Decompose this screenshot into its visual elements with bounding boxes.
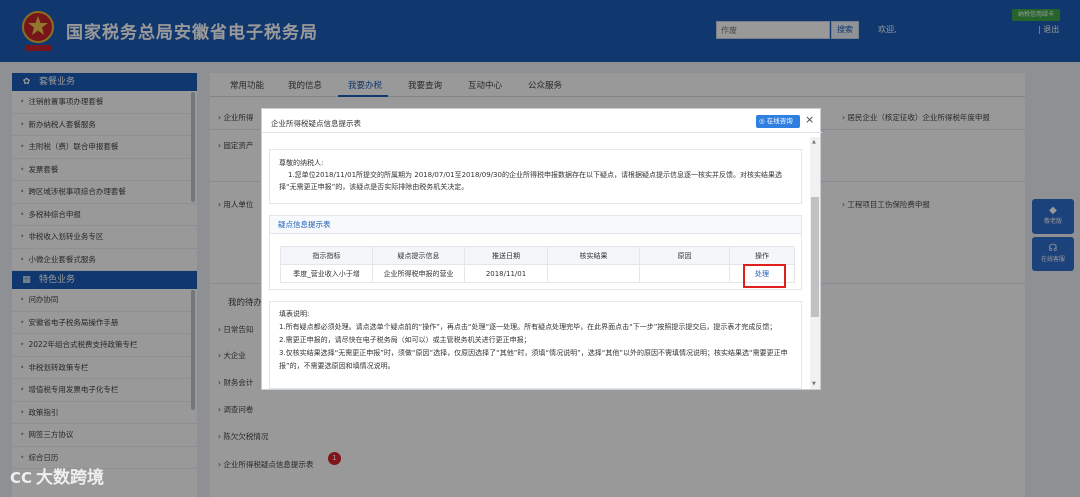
fill-line: 3.仅核实结果选择“无需更正申报”时，须做“原因”选择，仅原因选择了“其他”时，… <box>279 349 788 370</box>
close-icon[interactable]: × <box>805 113 814 126</box>
fill-title: 填表说明: <box>279 310 310 318</box>
online-consult-label: 在线咨询 <box>766 117 793 125</box>
section-title: 疑点信息提示表 <box>270 216 801 234</box>
watermark-text: 大数跨境 <box>36 468 105 488</box>
watermark: ⅭⅭ 大数跨境 <box>10 463 104 488</box>
table-cell <box>639 264 730 283</box>
table-cell: 2018/11/01 <box>464 264 548 283</box>
column-header: 操作 <box>729 246 795 265</box>
greeting-text: 尊敬的纳税人: <box>279 159 324 167</box>
notice-text: 1.您单位2018/11/01所提交的所属期为 2018/07/01至2018/… <box>279 171 782 191</box>
column-header: 指示指标 <box>280 246 373 265</box>
doubt-table: 指示指标 疑点提示信息 推送日期 核实结果 原因 操作 季度_营业收入小于增 企… <box>280 246 795 283</box>
notice-box: 尊敬的纳税人: 1.您单位2018/11/01所提交的所属期为 2018/07/… <box>269 149 802 204</box>
fill-instructions: 填表说明: 1.所有疑点都必须处理。请点选单个疑点前的“操作”，再点击“处理”逐… <box>269 301 802 389</box>
fill-line: 1.所有疑点都必须处理。请点选单个疑点前的“操作”，再点击“处理”逐一处理。所有… <box>279 323 777 331</box>
table-header-row: 指示指标 疑点提示信息 推送日期 核实结果 原因 操作 <box>280 246 795 265</box>
column-header: 疑点提示信息 <box>372 246 465 265</box>
scroll-down-icon[interactable]: ▼ <box>812 381 816 387</box>
chat-icon: ◎ <box>759 117 765 125</box>
table-cell: 企业所得税申报的营业 <box>372 264 465 283</box>
online-consult-button[interactable]: ◎ 在线咨询 <box>756 115 800 128</box>
column-header: 核实结果 <box>547 246 640 265</box>
modal-scrollbar[interactable]: ▲ ▼ <box>810 137 820 389</box>
scroll-up-icon[interactable]: ▲ <box>812 139 816 145</box>
column-header: 原因 <box>639 246 730 265</box>
modal-title: 企业所得税疑点信息提示表 <box>271 119 361 128</box>
divider <box>262 132 822 133</box>
table-row: 季度_营业收入小于增 企业所得税申报的营业 2018/11/01 处理 <box>280 264 795 283</box>
column-header: 推送日期 <box>464 246 548 265</box>
highlight-box <box>743 264 786 288</box>
watermark-logo-icon: ⅭⅭ <box>10 469 33 487</box>
table-cell <box>547 264 640 283</box>
doubt-table-section: 疑点信息提示表 指示指标 疑点提示信息 推送日期 核实结果 原因 操作 季度_营… <box>269 215 802 290</box>
doubt-info-modal: 企业所得税疑点信息提示表 ◎ 在线咨询 × 尊敬的纳税人: 1.您单位2018/… <box>261 108 822 390</box>
fill-line: 2.需更正申报的，请尽快在电子税务局（如可以）或主管税务机关进行更正申报； <box>279 336 531 344</box>
table-cell: 季度_营业收入小于增 <box>280 264 373 283</box>
scrollbar-thumb[interactable] <box>811 197 819 317</box>
